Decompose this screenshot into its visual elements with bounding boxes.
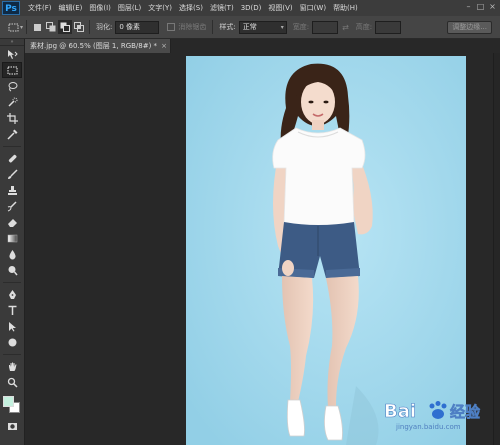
gradient-tool-icon[interactable] [2,230,22,246]
menu-window[interactable]: 窗口(W) [300,3,326,13]
document-tab-bar: 素材.jpg @ 60.5% (图层 1, RGB/8#) * × [25,39,500,53]
clone-stamp-tool-icon[interactable] [2,182,22,198]
menu-filter[interactable]: 滤镜(T) [210,3,234,13]
quick-mask-icon[interactable] [2,418,22,434]
watermark-brand: Bai [384,401,416,422]
eraser-tool-icon[interactable] [2,214,22,230]
document-tab[interactable]: 素材.jpg @ 60.5% (图层 1, RGB/8#) * × [25,39,171,53]
refine-edge-button[interactable]: 调整边缘... [447,20,492,34]
menu-3d[interactable]: 3D(D) [241,4,262,12]
height-label: 高度: [355,23,373,31]
pen-tool-icon[interactable] [2,286,22,302]
new-selection-icon[interactable] [30,20,44,34]
history-brush-tool-icon[interactable] [2,198,22,214]
eyedropper-tool-icon[interactable] [2,126,22,142]
width-input[interactable] [312,20,339,34]
menu-file[interactable]: 文件(F) [28,3,52,13]
document-image[interactable] [186,56,466,445]
photoshop-logo-icon: Ps [2,1,20,15]
path-selection-tool-icon[interactable] [2,318,22,334]
spot-healing-brush-tool-icon[interactable] [2,150,22,166]
menu-help[interactable]: 帮助(H) [333,3,358,13]
panel-collapse-icon[interactable]: » [0,39,24,46]
menu-select[interactable]: 选择(S) [179,3,203,13]
type-tool-icon[interactable] [2,302,22,318]
close-icon[interactable]: × [488,2,497,11]
chevron-down-icon: ▾ [280,23,284,31]
feather-label: 羽化: [96,23,113,31]
style-value: 正常 [242,22,257,31]
antialias-checkbox[interactable] [167,23,176,31]
options-bar: ▾ 羽化: 0 像素 消除锯齿 样式: 正常 ▾ 宽度: ⇄ 高度: 调整边缘.… [0,16,500,39]
foreground-color-swatch[interactable] [3,396,14,407]
color-swatches [3,396,21,414]
menu-view[interactable]: 视图(V) [268,3,292,13]
swap-dimensions-icon[interactable]: ⇄ [342,23,349,32]
style-select[interactable]: 正常 ▾ [238,20,287,34]
preset-dropdown-icon[interactable]: ▾ [20,24,23,31]
rectangular-marquee-tool-icon[interactable] [2,62,22,78]
hand-tool-icon[interactable] [2,358,22,374]
document-tab-title: 素材.jpg @ 60.5% (图层 1, RGB/8#) * [30,42,158,50]
lasso-tool-icon[interactable] [2,78,22,94]
blur-tool-icon[interactable] [2,246,22,262]
window-controls: – □ × [464,2,497,11]
menu-bar: Ps 文件(F) 编辑(E) 图像(I) 图层(L) 文字(Y) 选择(S) 滤… [0,0,500,16]
watermark-url: jingyan.baidu.com [396,423,461,431]
photo-woman-in-white-top-and-denim-shorts [186,56,466,445]
zoom-tool-icon[interactable] [2,374,22,390]
marquee-preset-icon[interactable] [6,20,20,34]
feather-input[interactable]: 0 像素 [115,20,160,34]
antialias-label: 消除锯齿 [178,23,207,31]
tool-panel: » [0,39,25,445]
watermark-brand2: 经验 [450,403,481,421]
menu-edit[interactable]: 编辑(E) [59,3,83,13]
brush-tool-icon[interactable] [2,166,22,182]
height-input[interactable] [375,20,402,34]
quick-selection-tool-icon[interactable] [2,94,22,110]
intersect-selection-icon[interactable] [72,20,86,34]
menu-layer[interactable]: 图层(L) [118,3,141,13]
paw-icon [429,401,447,419]
rectangle-tool-icon[interactable] [2,334,22,350]
menu-image[interactable]: 图像(I) [89,3,111,13]
style-label: 样式: [219,23,236,31]
minimize-icon[interactable]: – [464,2,473,11]
add-to-selection-icon[interactable] [44,20,58,34]
baidu-logo-icon: Bai 经验 [384,401,482,423]
maximize-icon[interactable]: □ [476,2,485,11]
subtract-from-selection-icon[interactable] [58,20,73,34]
close-tab-icon[interactable]: × [161,39,167,53]
dodge-tool-icon[interactable] [2,262,22,278]
move-tool-icon[interactable] [2,46,22,62]
crop-tool-icon[interactable] [2,110,22,126]
baidu-jingyan-watermark: Bai 经验 jingyan.baidu.com [382,395,492,440]
vertical-scrollbar[interactable] [493,53,500,445]
width-label: 宽度: [292,23,310,31]
menu-type[interactable]: 文字(Y) [148,3,172,13]
